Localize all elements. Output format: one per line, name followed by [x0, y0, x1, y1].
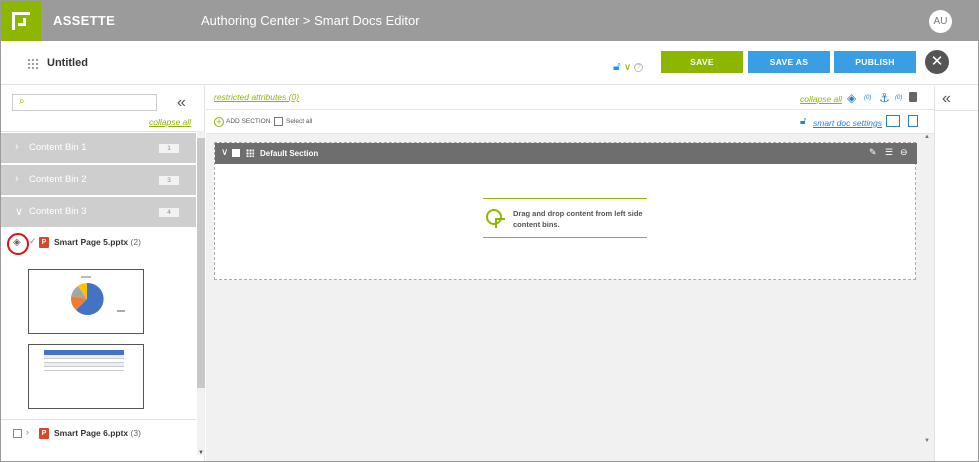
search-document-icon[interactable]	[886, 115, 900, 127]
slide-thumbnail-1[interactable]	[28, 269, 144, 334]
chevron-right-icon: ›	[15, 141, 19, 153]
workspace-scrollbar[interactable]: ▲ ▼	[921, 134, 934, 448]
thumb-legend	[117, 310, 125, 312]
user-avatar[interactable]: AU	[929, 10, 952, 33]
item-name: Smart Page 5.pptx (2)	[54, 237, 141, 247]
add-section-icon[interactable]: +	[214, 117, 224, 127]
collapse-panel-icon[interactable]: «	[177, 94, 186, 112]
unlock-icon[interactable]: 🔓︎	[613, 59, 621, 73]
list-item[interactable]: P Smart Page 5.pptx (2)	[1, 235, 196, 251]
thumb-title	[81, 276, 91, 278]
scroll-up-arrow-icon[interactable]: ▲	[924, 134, 930, 140]
chevron-down-icon[interactable]: ∨	[221, 147, 228, 158]
content-bin-1[interactable]: › Content Bin 1 1	[1, 133, 196, 163]
drag-handle-icon[interactable]	[246, 149, 254, 157]
layers-count: (0)	[864, 95, 872, 101]
document-title[interactable]: Untitled	[47, 57, 88, 69]
chevron-down-icon: ∨	[15, 206, 24, 218]
expand-panel-icon[interactable]: «	[942, 90, 951, 108]
publish-button[interactable]: PUBLISH	[834, 51, 916, 73]
bin-label: Content Bin 1	[29, 142, 87, 153]
brand-name: ASSETTE	[53, 13, 116, 28]
trash-icon[interactable]	[909, 92, 917, 102]
app-window: ASSETTE Authoring Center > Smart Docs Ed…	[0, 0, 979, 462]
logo[interactable]	[1, 1, 41, 41]
item-name: Smart Page 6.pptx (3)	[54, 428, 141, 438]
search-icon: ⌕	[19, 96, 25, 107]
smart-doc-workspace: restricted attributes (0) collapse all ◈…	[206, 86, 934, 461]
save-button[interactable]: SAVE	[661, 51, 743, 73]
lock-control[interactable]: 🔓︎ ∨ ?	[613, 59, 644, 74]
divider	[935, 110, 978, 111]
document-list-icon[interactable]	[908, 115, 918, 127]
pptx-file-icon: P	[39, 237, 49, 248]
select-all-checkbox[interactable]	[274, 117, 283, 126]
search-input[interactable]	[31, 96, 153, 109]
section-title: Default Section	[260, 149, 319, 158]
bin-count-badge: 3	[159, 176, 179, 185]
list-item[interactable]: › P Smart Page 6.pptx (3)	[1, 426, 196, 442]
anchor-count: (0)	[895, 95, 903, 101]
content-bin-3[interactable]: ∨ Content Bin 3 4	[1, 197, 196, 227]
thumb-table-row	[44, 367, 124, 371]
item-name-text: Smart Page 5.pptx	[54, 237, 129, 247]
top-bar: ASSETTE Authoring Center > Smart Docs Ed…	[1, 1, 978, 41]
bin-count-badge: 1	[159, 144, 179, 153]
bin-count-badge: 4	[159, 208, 179, 217]
collapse-all-link[interactable]: collapse all	[149, 117, 191, 127]
default-section[interactable]: ∨ Default Section ✎ ☰ ⊖ Drag and drop co…	[214, 142, 917, 280]
search-field[interactable]: ⌕	[12, 94, 157, 111]
restricted-attributes-link[interactable]: restricted attributes (0)	[214, 92, 299, 102]
scroll-down-arrow-icon[interactable]: ▼	[198, 450, 204, 456]
breadcrumb: Authoring Center > Smart Docs Editor	[201, 13, 420, 28]
bin-label: Content Bin 3	[29, 206, 87, 217]
save-as-button[interactable]: SAVE AS	[748, 51, 830, 73]
close-icon[interactable]: ✕	[925, 50, 949, 74]
pptx-file-icon: P	[39, 428, 49, 439]
edit-icon[interactable]: ✎	[869, 147, 877, 158]
drag-drop-icon	[486, 209, 505, 228]
collapse-all-link[interactable]: collapse all	[800, 94, 842, 104]
smart-doc-settings-link[interactable]: smart doc settings	[813, 118, 882, 128]
bin-label: Content Bin 2	[29, 174, 87, 185]
pie-chart-thumbnail	[67, 279, 107, 319]
content-bin-2[interactable]: › Content Bin 2 3	[1, 165, 196, 195]
item-checkbox[interactable]	[13, 429, 22, 438]
workspace-toolbar-sections: + ADD SECTION Select all 🔓︎ smart doc se…	[206, 110, 934, 134]
document-icon[interactable]: ☰	[885, 147, 893, 158]
layers-icon[interactable]: ◈	[847, 91, 856, 105]
slide-thumbnail-2[interactable]	[28, 344, 144, 409]
section-checkbox[interactable]	[232, 149, 240, 157]
table-thumbnail	[44, 350, 124, 372]
add-section-button[interactable]: ADD SECTION	[226, 118, 270, 125]
drop-hint-text: Drag and drop content from left side con…	[513, 209, 643, 229]
item-name-text: Smart Page 6.pptx	[54, 428, 129, 438]
drop-zone[interactable]: Drag and drop content from left side con…	[483, 198, 647, 238]
chevron-down-icon[interactable]: ∨	[624, 62, 631, 73]
divider	[1, 419, 196, 420]
item-count: (3)	[130, 428, 141, 438]
right-side-panel: «	[934, 86, 978, 461]
scroll-down-arrow-icon[interactable]: ▼	[924, 438, 930, 444]
document-toolbar: Untitled 🔓︎ ∨ ? SAVE SAVE AS PUBLISH ✕	[1, 41, 978, 85]
section-header[interactable]: ∨ Default Section ✎ ☰ ⊖	[215, 143, 917, 164]
content-bins-panel: ⌕ « collapse all › Content Bin 1 1 › Con…	[1, 86, 205, 461]
collapse-section-icon[interactable]: ⊖	[900, 147, 908, 158]
logo-icon-inner	[18, 18, 26, 26]
help-icon[interactable]: ?	[634, 62, 644, 72]
apps-grid-icon[interactable]	[27, 58, 38, 69]
select-all-label[interactable]: Select all	[286, 118, 312, 125]
chevron-right-icon: ›	[15, 173, 19, 185]
item-count: (2)	[130, 237, 141, 247]
anchor-icon[interactable]: ⚓︎	[879, 91, 890, 105]
divider	[1, 131, 197, 132]
section-canvas: ∨ Default Section ✎ ☰ ⊖ Drag and drop co…	[206, 134, 926, 461]
left-scrollbar-thumb[interactable]	[197, 138, 205, 388]
unlock-icon[interactable]: 🔓︎	[800, 116, 806, 127]
chevron-right-icon[interactable]: ›	[26, 427, 29, 437]
workspace-toolbar-top: restricted attributes (0) collapse all ◈…	[206, 86, 934, 110]
